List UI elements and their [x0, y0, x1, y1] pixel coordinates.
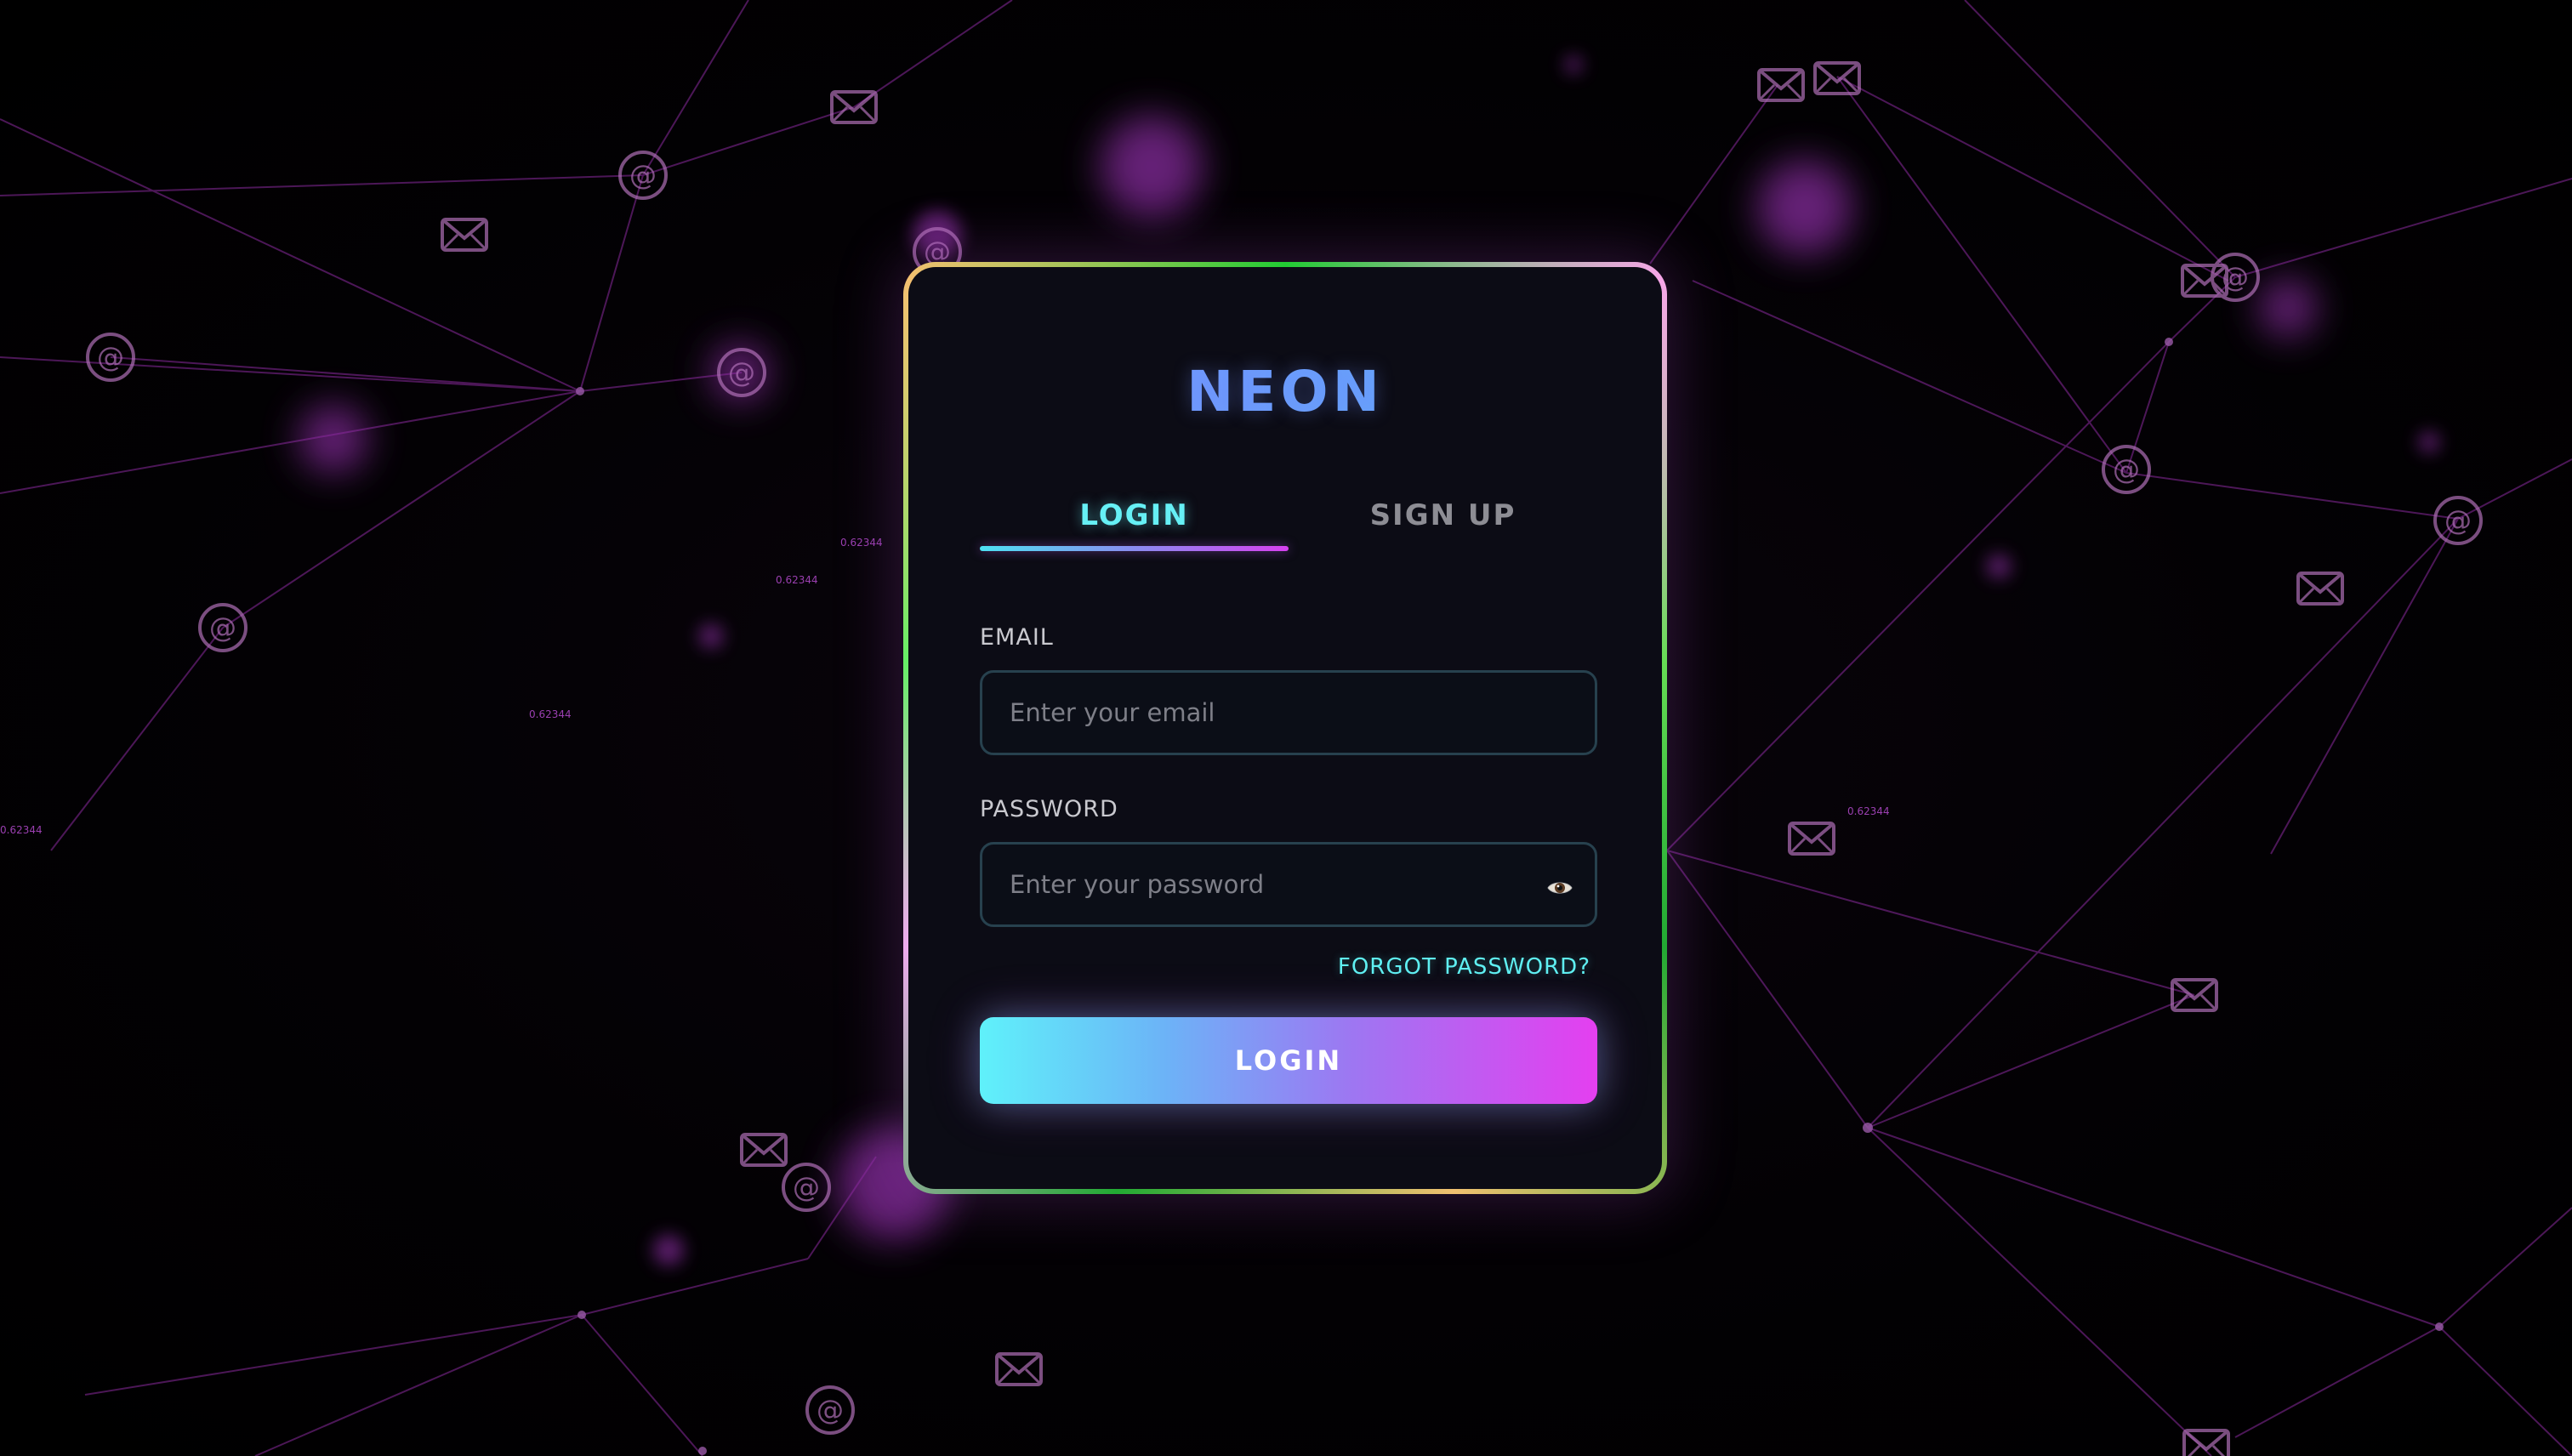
bg-number-label: 0.62344 [529, 708, 572, 720]
auth-tabs: LOGIN SIGN UP [980, 486, 1597, 563]
password-label: PASSWORD [980, 796, 1118, 822]
email-label: EMAIL [980, 624, 1054, 651]
tab-login[interactable]: LOGIN [980, 486, 1289, 563]
bg-number-label: 0.62344 [1847, 805, 1890, 817]
password-field-box [980, 842, 1597, 927]
email-input[interactable] [982, 673, 1595, 753]
forgot-password-link[interactable]: FORGOT PASSWORD? [1338, 954, 1590, 980]
active-tab-indicator [980, 546, 1289, 551]
eye-icon[interactable] [1547, 879, 1573, 897]
login-card-body: NEON LOGIN SIGN UP EMAIL PASSWORD FORGOT… [908, 267, 1662, 1189]
bg-number-label: 0.62344 [840, 537, 883, 549]
login-button[interactable]: LOGIN [980, 1017, 1597, 1104]
email-field-box [980, 670, 1597, 755]
tab-sign-up[interactable]: SIGN UP [1289, 486, 1597, 563]
login-card: NEON LOGIN SIGN UP EMAIL PASSWORD FORGOT… [903, 262, 1667, 1194]
bg-number-label: 0.62344 [0, 824, 43, 836]
bg-number-label: 0.62344 [776, 574, 818, 586]
password-input[interactable] [982, 845, 1595, 924]
brand-logo: NEON [908, 359, 1662, 424]
